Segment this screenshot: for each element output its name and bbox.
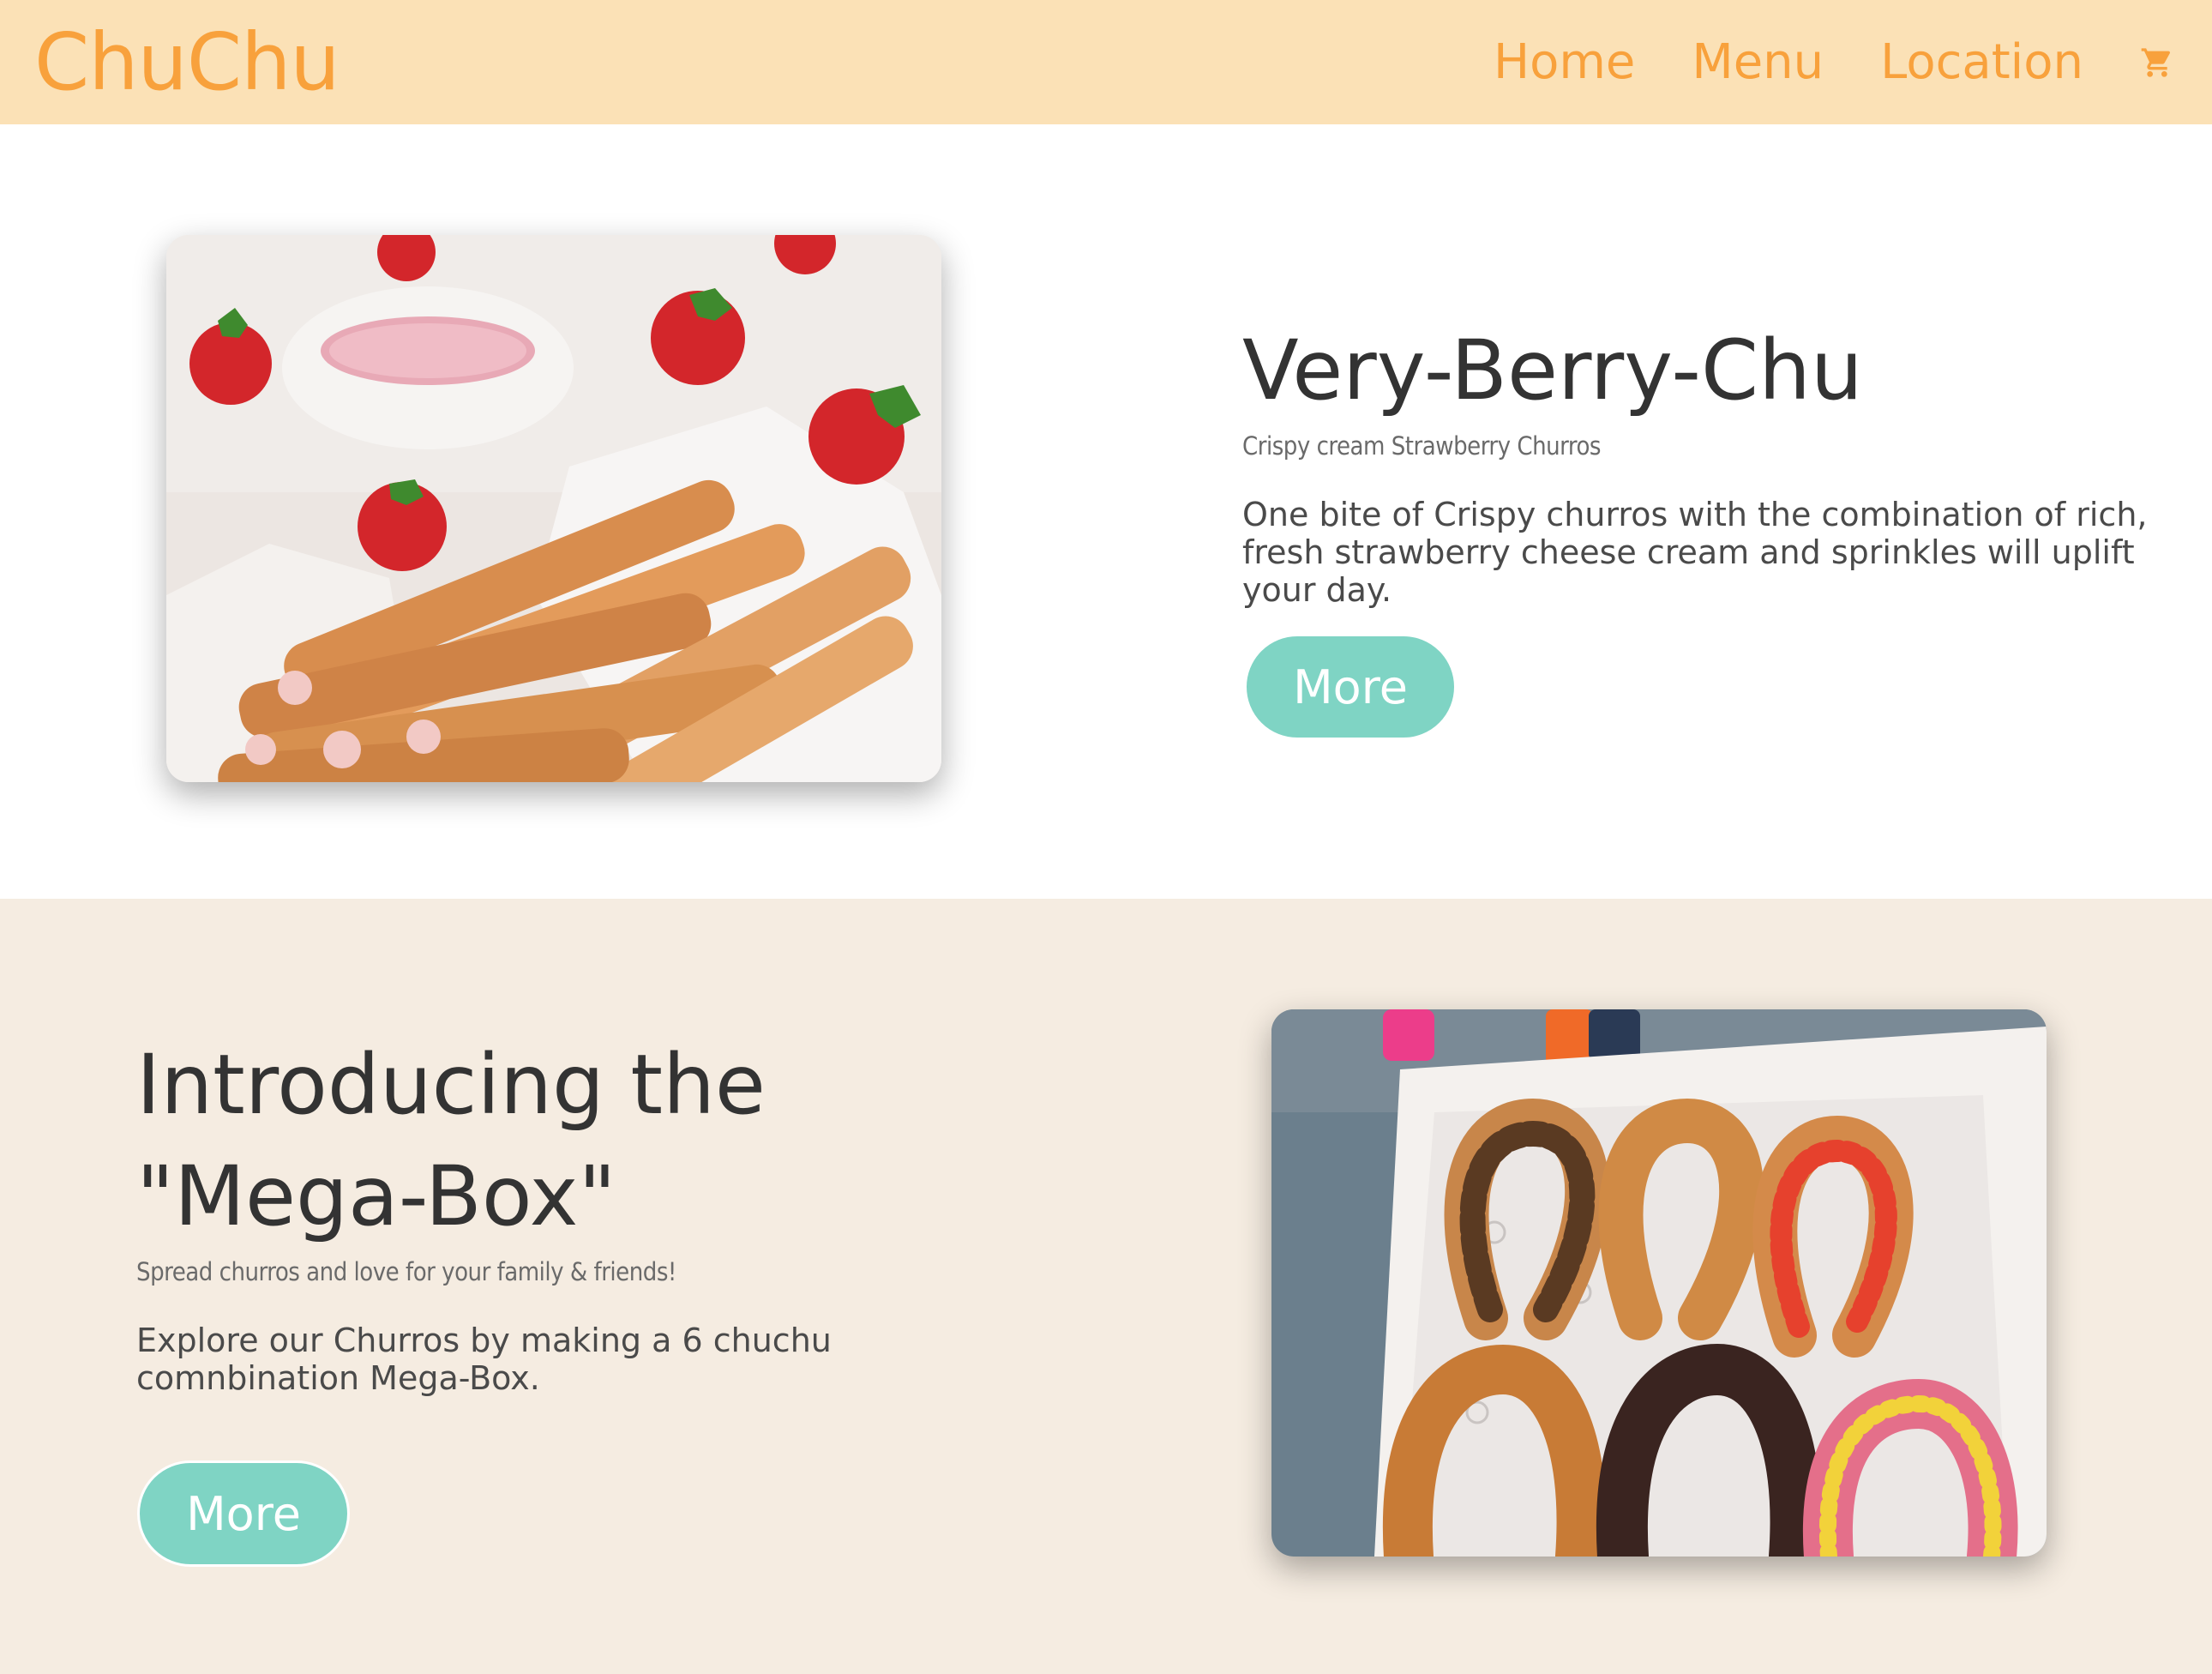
nav-home-link[interactable]: Home [1494, 34, 1635, 90]
main-nav: Home Menu Location [1494, 0, 2212, 124]
feature2-description: Explore our Churros by making a 6 chuchu… [136, 1322, 832, 1397]
strawberry-churros-photo [166, 235, 941, 782]
feature2-subtitle: Spread churros and love for your family … [136, 1257, 676, 1286]
nav-menu-link[interactable]: Menu [1692, 34, 1824, 90]
site-header: ChuChu Home Menu Location [0, 0, 2212, 124]
mega-box-photo [1271, 1009, 2047, 1557]
nav-location-link[interactable]: Location [1880, 34, 2083, 90]
feature2-title-line1: Introducing the [136, 1037, 766, 1133]
shopping-cart-icon[interactable] [2140, 45, 2174, 80]
feature1-more-button[interactable]: More [1244, 634, 1457, 740]
featured-product-section: Very-Berry-Chu Crispy cream Strawberry C… [0, 124, 2212, 899]
mega-box-section: Introducing the "Mega-Box" Spread churro… [0, 899, 2212, 1674]
feature1-description: One bite of Crispy churros with the comb… [1242, 496, 2148, 609]
feature2-title-line2: "Mega-Box" [136, 1148, 616, 1244]
feature1-subtitle: Crispy cream Strawberry Churros [1242, 431, 1602, 461]
feature2-more-button[interactable]: More [137, 1460, 350, 1567]
feature1-title: Very-Berry-Chu [1242, 322, 1863, 418]
logo[interactable]: ChuChu [34, 15, 340, 110]
